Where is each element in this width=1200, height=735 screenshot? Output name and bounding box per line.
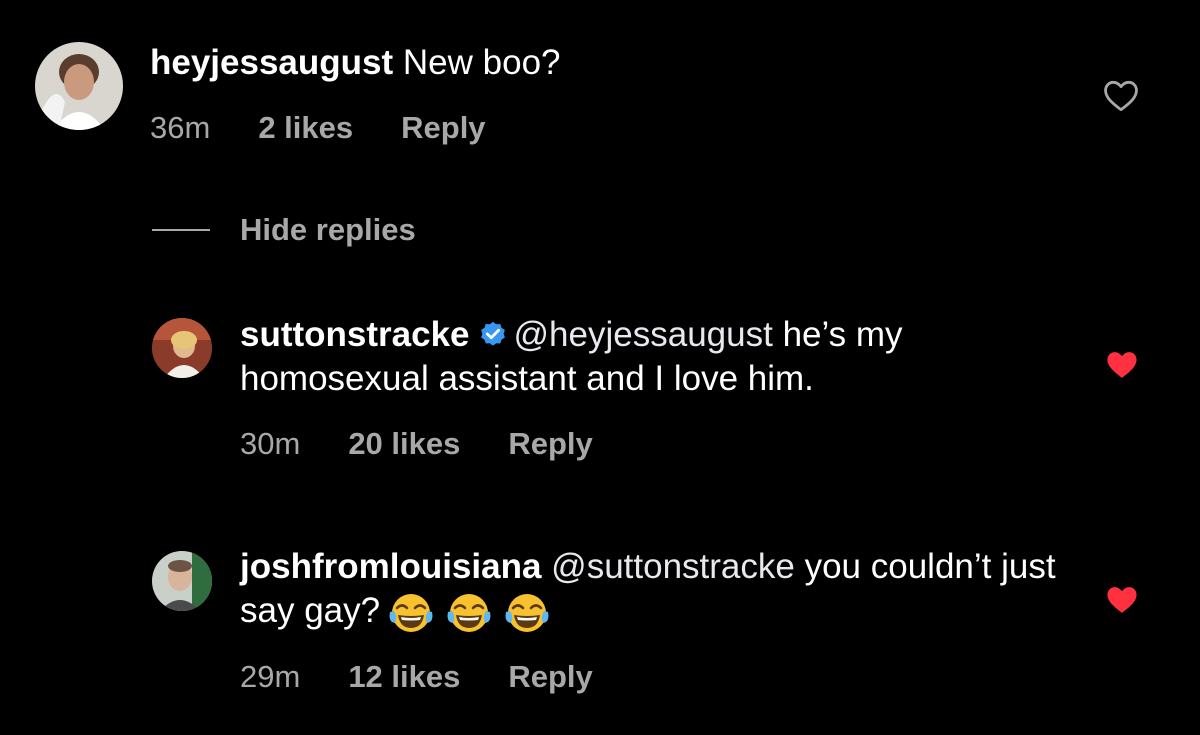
comment-heyjessaugust: heyjessaugust New boo? 36m 2 likes Reply (0, 0, 1200, 180)
reply-button[interactable]: Reply (401, 110, 485, 146)
hide-replies-button[interactable]: Hide replies (152, 212, 416, 248)
timestamp: 30m (240, 426, 301, 461)
hide-replies-label: Hide replies (240, 212, 416, 247)
comment-text: joshfromlouisiana @suttonstracke you cou… (240, 545, 1060, 635)
comment-meta: 30m 20 likes Reply (240, 426, 593, 462)
comment-meta: 36m 2 likes Reply (150, 110, 486, 146)
avatar[interactable] (35, 42, 123, 130)
comment-text: heyjessaugust New boo? (150, 41, 1050, 85)
heart-outline-icon[interactable] (1102, 78, 1140, 112)
reply-button[interactable]: Reply (508, 659, 592, 695)
face-with-tears-of-joy-icon (444, 590, 494, 634)
comment-joshfromlouisiana: joshfromlouisiana @suttonstracke you cou… (0, 535, 1200, 715)
comment-text: suttonstracke @heyjessaugust he’s my homo… (240, 313, 1060, 401)
face-with-tears-of-joy-icon (386, 590, 436, 634)
comment-message: New boo? (402, 43, 561, 82)
timestamp: 29m (240, 659, 301, 694)
verified-badge-icon (478, 317, 508, 347)
username[interactable]: joshfromlouisiana (240, 547, 541, 586)
emoji-group (386, 590, 560, 635)
heart-filled-icon[interactable] (1104, 583, 1140, 615)
mention-link[interactable]: @suttonstracke (551, 547, 795, 586)
likes-count[interactable]: 2 likes (258, 110, 353, 146)
avatar[interactable] (152, 318, 212, 378)
timestamp: 36m (150, 110, 211, 145)
likes-count[interactable]: 12 likes (348, 659, 460, 695)
likes-count[interactable]: 20 likes (348, 426, 460, 462)
comment-suttonstracke: suttonstracke @heyjessaugust he’s my homo… (0, 300, 1200, 480)
username[interactable]: suttonstracke (240, 315, 470, 354)
face-with-tears-of-joy-icon (502, 590, 552, 634)
avatar[interactable] (152, 551, 212, 611)
mention-link[interactable]: @heyjessaugust (514, 315, 773, 354)
reply-button[interactable]: Reply (508, 426, 592, 462)
replies-divider (152, 229, 210, 231)
username[interactable]: heyjessaugust (150, 43, 393, 82)
comment-meta: 29m 12 likes Reply (240, 659, 593, 695)
heart-filled-icon[interactable] (1104, 348, 1140, 380)
